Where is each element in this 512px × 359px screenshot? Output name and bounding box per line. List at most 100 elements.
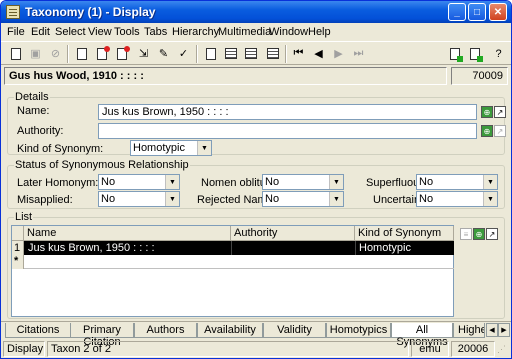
list-edit-icon[interactable]: ↗ bbox=[486, 228, 498, 240]
chevron-down-icon[interactable]: ▼ bbox=[197, 141, 211, 155]
new-row[interactable] bbox=[24, 255, 454, 269]
name-lookup-icon[interactable]: ⊕ bbox=[481, 106, 493, 118]
kind-of-synonym-label: Kind of Synonym: bbox=[17, 143, 104, 155]
rejected-name-value: No bbox=[265, 193, 280, 205]
toolbar-separator bbox=[67, 45, 69, 63]
tab-scroll-right-icon[interactable]: ▶ bbox=[498, 323, 510, 337]
chevron-down-icon[interactable]: ▼ bbox=[329, 192, 343, 206]
last-record-icon[interactable]: ⏭ bbox=[350, 45, 367, 62]
later-homonym-label: Later Homonym: bbox=[17, 177, 99, 189]
import-icon[interactable] bbox=[466, 45, 483, 62]
authority-field[interactable] bbox=[98, 123, 477, 139]
menu-edit[interactable]: Edit bbox=[31, 26, 50, 38]
maximize-button[interactable]: □ bbox=[468, 3, 486, 21]
superfluous-select[interactable]: No ▼ bbox=[416, 174, 498, 190]
uncertain-select[interactable]: No ▼ bbox=[416, 191, 498, 207]
chevron-down-icon[interactable]: ▼ bbox=[483, 175, 497, 189]
toolbar-separator bbox=[285, 45, 287, 63]
menu-help[interactable]: Help bbox=[308, 26, 331, 38]
export-icon[interactable] bbox=[446, 45, 463, 62]
edit-icon[interactable]: ✎ bbox=[155, 45, 172, 62]
record-header: Gus hus Wood, 1910 : : : : 70009 bbox=[4, 67, 508, 85]
name-field[interactable]: Jus kus Brown, 1950 : : : : bbox=[98, 104, 477, 120]
spellcheck-icon[interactable]: ✓ bbox=[175, 45, 192, 62]
edit-record-icon[interactable] bbox=[73, 45, 90, 62]
column-header-name[interactable]: Name bbox=[24, 226, 231, 241]
title-bar: Taxonomy (1) - Display _ □ ✕ bbox=[1, 1, 511, 23]
list-lookup-icon[interactable]: ⊕ bbox=[473, 228, 485, 240]
page-view-icon[interactable] bbox=[202, 45, 219, 62]
menu-view[interactable]: View bbox=[88, 26, 112, 38]
table-view-icon[interactable] bbox=[264, 45, 281, 62]
cancel-icon[interactable]: ⊘ bbox=[47, 45, 64, 62]
menu-multimedia[interactable]: Multimedia bbox=[218, 26, 271, 38]
grid-view-icon[interactable] bbox=[242, 45, 259, 62]
list-view-icon[interactable] bbox=[222, 45, 239, 62]
status-group: Status of Synonymous Relationship Later … bbox=[7, 159, 505, 209]
status-count: 20006 bbox=[451, 341, 495, 357]
status-position: Taxon 2 of 2 bbox=[47, 341, 409, 357]
tab-all-synonyms[interactable]: All Synonyms bbox=[391, 323, 453, 348]
next-record-icon[interactable]: ▶ bbox=[330, 45, 347, 62]
kind-of-synonym-select[interactable]: Homotypic ▼ bbox=[130, 140, 212, 156]
misapplied-select[interactable]: No ▼ bbox=[98, 191, 180, 207]
tab-scroll-left-icon[interactable]: ◀ bbox=[486, 323, 498, 337]
first-record-icon[interactable]: ⏮ bbox=[290, 45, 307, 62]
new-record-icon[interactable] bbox=[7, 45, 24, 62]
menu-tabs[interactable]: Tabs bbox=[144, 26, 167, 38]
tab-higher[interactable]: Highe bbox=[453, 323, 485, 338]
tab-homotypics[interactable]: Homotypics bbox=[326, 323, 391, 338]
tab-validity[interactable]: Validity bbox=[263, 323, 326, 338]
tab-primary-citation[interactable]: Primary Citation bbox=[70, 323, 134, 348]
table-cell-kind[interactable]: Homotypic bbox=[355, 241, 454, 255]
uncertain-value: No bbox=[419, 193, 434, 205]
tab-citations[interactable]: Citations bbox=[5, 323, 71, 338]
details-group: Details Name: Jus kus Brown, 1950 : : : … bbox=[7, 91, 506, 156]
close-button[interactable]: ✕ bbox=[489, 3, 507, 21]
authority-edit-icon[interactable]: ↗ bbox=[494, 125, 506, 137]
tab-availability[interactable]: Availability bbox=[197, 323, 263, 338]
column-header-kind[interactable]: Kind of Synonym bbox=[355, 226, 454, 241]
minimize-button[interactable]: _ bbox=[448, 3, 466, 21]
resize-grip-icon[interactable]: ⋰ bbox=[497, 344, 509, 356]
nomen-oblitum-value: No bbox=[265, 176, 280, 188]
details-legend: Details bbox=[14, 91, 50, 103]
menu-bar: File Edit Select View Tools Tabs Hierarc… bbox=[1, 23, 511, 41]
save-icon[interactable]: ▣ bbox=[27, 45, 44, 62]
list-clear-icon[interactable]: ≡ bbox=[460, 228, 472, 240]
status-mode: Display bbox=[3, 341, 45, 357]
menu-tools[interactable]: Tools bbox=[114, 26, 140, 38]
toolbar-separator bbox=[196, 45, 198, 63]
menu-window[interactable]: Window bbox=[269, 26, 308, 38]
previous-record-icon[interactable]: ◀ bbox=[310, 45, 327, 62]
name-label: Name: bbox=[17, 105, 50, 117]
delete-record-icon[interactable] bbox=[113, 45, 130, 62]
menu-hierarchy[interactable]: Hierarchy bbox=[172, 26, 219, 38]
record-title: Gus hus Wood, 1910 : : : : bbox=[4, 67, 447, 85]
tab-authors[interactable]: Authors bbox=[134, 323, 197, 338]
kind-of-synonym-value: Homotypic bbox=[133, 142, 185, 154]
rejected-name-select[interactable]: No ▼ bbox=[262, 191, 344, 207]
context-help-icon[interactable]: ? bbox=[490, 45, 507, 62]
nomen-oblitum-select[interactable]: No ▼ bbox=[262, 174, 344, 190]
menu-select[interactable]: Select bbox=[55, 26, 86, 38]
chevron-down-icon[interactable]: ▼ bbox=[165, 175, 179, 189]
chevron-down-icon[interactable]: ▼ bbox=[165, 192, 179, 206]
authority-lookup-icon[interactable]: ⊕ bbox=[481, 125, 493, 137]
name-edit-icon[interactable]: ↗ bbox=[494, 106, 506, 118]
new-row-marker[interactable]: * bbox=[12, 255, 24, 269]
list-legend: List bbox=[14, 211, 34, 223]
column-header-authority[interactable]: Authority bbox=[231, 226, 355, 241]
chevron-down-icon[interactable]: ▼ bbox=[329, 175, 343, 189]
row-number[interactable]: 1 bbox=[12, 241, 24, 255]
copy-record-icon[interactable] bbox=[93, 45, 110, 62]
tab-bar: Citations Primary Citation Authors Avail… bbox=[1, 321, 511, 348]
chevron-down-icon[interactable]: ▼ bbox=[483, 192, 497, 206]
synonym-table[interactable]: Name Authority Kind of Synonym 1 Jus kus… bbox=[11, 225, 454, 317]
menu-file[interactable]: File bbox=[7, 26, 25, 38]
later-homonym-select[interactable]: No ▼ bbox=[98, 174, 180, 190]
row-header-corner bbox=[12, 226, 24, 241]
table-cell-name[interactable]: Jus kus Brown, 1950 : : : : bbox=[25, 241, 231, 255]
table-cell-authority[interactable] bbox=[231, 241, 355, 255]
attach-icon[interactable]: ⇲ bbox=[135, 45, 152, 62]
